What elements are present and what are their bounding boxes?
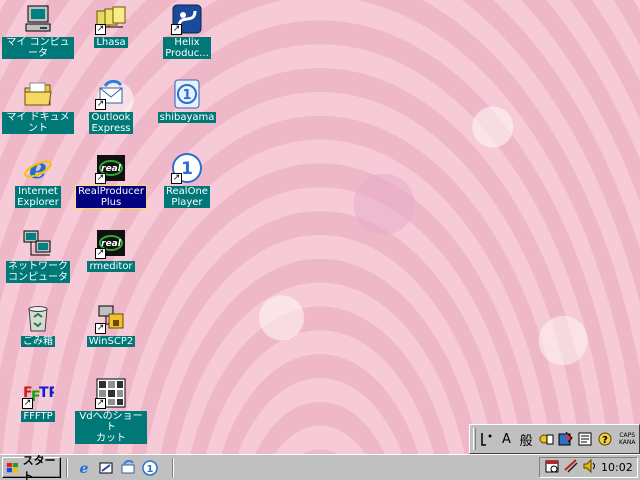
help-icon[interactable]: ? bbox=[596, 429, 614, 449]
icon-label: rmeditor bbox=[87, 261, 135, 272]
desktop-icon-ffftp[interactable]: F F TP ↗ FFFTP bbox=[2, 377, 74, 422]
icon-label: WinSCP2 bbox=[86, 336, 136, 347]
shortcut-arrow-icon: ↗ bbox=[95, 323, 106, 334]
internet-explorer-icon: e bbox=[22, 152, 54, 184]
quick-launch: e 1 bbox=[75, 458, 159, 478]
svg-text:?: ? bbox=[602, 435, 608, 446]
desktop-icon-my-computer[interactable]: マイ コンピュータ bbox=[2, 3, 74, 59]
shortcut-arrow-icon: ↗ bbox=[95, 248, 106, 259]
desktop-icon-rmeditor[interactable]: real ↗ rmeditor bbox=[75, 227, 147, 272]
desktop-icon-recycle-bin[interactable]: ごみ箱 bbox=[2, 302, 74, 347]
windows-logo-icon bbox=[6, 462, 18, 472]
outlook-express-icon: ↗ bbox=[95, 78, 127, 110]
icon-label: ネットワーク コンピュータ bbox=[6, 261, 70, 283]
properties-icon[interactable] bbox=[576, 429, 594, 449]
svg-text:e: e bbox=[80, 461, 89, 476]
langbar-grip[interactable] bbox=[473, 428, 476, 450]
ime-pad-icon[interactable] bbox=[537, 429, 555, 449]
winscp-icon: ↗ bbox=[95, 302, 127, 334]
dictionary-icon[interactable] bbox=[557, 429, 575, 449]
my-documents-icon bbox=[22, 78, 54, 110]
icon-label: Internet Explorer bbox=[15, 186, 61, 208]
start-label: スタート bbox=[22, 453, 56, 480]
taskbar-separator bbox=[66, 458, 68, 477]
icon-label: Lhasa bbox=[94, 37, 128, 48]
desktop-icon-realone-player[interactable]: 1 ↗ RealOne Player bbox=[151, 152, 223, 208]
shortcut-arrow-icon: ↗ bbox=[22, 398, 33, 409]
desktop-icon-winscp2[interactable]: ↗ WinSCP2 bbox=[75, 302, 147, 347]
start-button[interactable]: スタート bbox=[2, 454, 61, 480]
shortcut-arrow-icon: ↗ bbox=[171, 24, 182, 35]
kana-label: KANA bbox=[618, 439, 636, 446]
desktop[interactable]: マイ コンピュータ マイ ドキュメント e Internet Explorer … bbox=[0, 0, 640, 454]
clock[interactable]: 10:02 bbox=[601, 461, 633, 474]
icon-label: Outlook Express bbox=[89, 112, 133, 134]
icon-label: ごみ箱 bbox=[21, 336, 55, 347]
rmeditor-icon: real ↗ bbox=[95, 227, 127, 259]
desktop-icon-lhasa[interactable]: ↗ Lhasa bbox=[75, 3, 147, 48]
my-computer-icon bbox=[22, 3, 54, 35]
quicklaunch-realone-icon[interactable]: 1 bbox=[141, 459, 159, 477]
quicklaunch-outlook-icon[interactable] bbox=[119, 459, 137, 477]
tray-volume-icon[interactable] bbox=[563, 458, 579, 477]
desktop-icon-internet-explorer[interactable]: e Internet Explorer bbox=[2, 152, 74, 208]
quicklaunch-ie-icon[interactable]: e bbox=[75, 459, 93, 477]
desktop-icon-realproducer-plus[interactable]: real ↗ RealProducer Plus bbox=[75, 152, 147, 209]
shortcut-arrow-icon: ↗ bbox=[95, 398, 106, 409]
tray-speaker-icon[interactable] bbox=[582, 458, 598, 477]
desktop-icon-vd-shortcut[interactable]: ↗ Vdへのショート カット bbox=[75, 377, 147, 444]
network-computer-icon bbox=[22, 227, 54, 259]
svg-text:TP: TP bbox=[39, 385, 54, 401]
shortcut-arrow-icon: ↗ bbox=[95, 99, 106, 110]
shortcut-arrow-icon: ↗ bbox=[95, 173, 106, 184]
input-mode-button[interactable]: A bbox=[498, 429, 516, 449]
system-tray: 10:02 bbox=[539, 457, 638, 478]
icon-label: マイ コンピュータ bbox=[2, 37, 74, 59]
ffftp-icon: F F TP ↗ bbox=[22, 377, 54, 409]
language-bar[interactable]: A 般 ? CAPS KANA bbox=[469, 424, 640, 454]
realproducer-icon: real ↗ bbox=[95, 152, 127, 184]
taskbar-separator bbox=[172, 458, 174, 477]
kanji-mode-button[interactable]: 般 bbox=[517, 429, 535, 449]
vd-shortcut-icon: ↗ bbox=[95, 377, 127, 409]
helix-producer-icon: ↗ bbox=[171, 3, 203, 35]
svg-text:1: 1 bbox=[181, 159, 193, 179]
ime-toggle-icon[interactable] bbox=[478, 429, 496, 449]
icon-label: Helix Produc... bbox=[163, 37, 211, 59]
quicklaunch-show-desktop-icon[interactable] bbox=[97, 459, 115, 477]
shibayama-icon: 1 bbox=[171, 78, 203, 110]
tray-task-scheduler-icon[interactable] bbox=[544, 458, 560, 477]
caps-label: CAPS bbox=[619, 432, 636, 439]
caps-kana-indicator: CAPS KANA bbox=[615, 432, 639, 446]
icon-label: shibayama bbox=[157, 112, 217, 123]
desktop-icon-helix-producer[interactable]: ↗ Helix Produc... bbox=[151, 3, 223, 59]
realone-player-icon: 1 ↗ bbox=[171, 152, 203, 184]
taskbar: スタート e 1 10:02 bbox=[0, 454, 640, 480]
recycle-bin-icon bbox=[22, 302, 54, 334]
desktop-icon-my-documents[interactable]: マイ ドキュメント bbox=[2, 78, 74, 134]
lhasa-icon: ↗ bbox=[95, 3, 127, 35]
svg-text:1: 1 bbox=[182, 88, 191, 103]
icon-label: RealOne Player bbox=[164, 186, 210, 208]
desktop-icon-outlook-express[interactable]: ↗ Outlook Express bbox=[75, 78, 147, 134]
shortcut-arrow-icon: ↗ bbox=[171, 173, 182, 184]
icon-label: RealProducer Plus bbox=[75, 185, 147, 209]
svg-text:1: 1 bbox=[147, 464, 154, 475]
desktop-icon-network-computer[interactable]: ネットワーク コンピュータ bbox=[2, 227, 74, 283]
shortcut-arrow-icon: ↗ bbox=[95, 24, 106, 35]
icon-label: マイ ドキュメント bbox=[2, 112, 74, 134]
svg-text:e: e bbox=[29, 152, 47, 184]
icon-label: FFFTP bbox=[21, 411, 55, 422]
desktop-icon-shibayama[interactable]: 1 shibayama bbox=[151, 78, 223, 123]
icon-label: Vdへのショート カット bbox=[75, 411, 147, 444]
